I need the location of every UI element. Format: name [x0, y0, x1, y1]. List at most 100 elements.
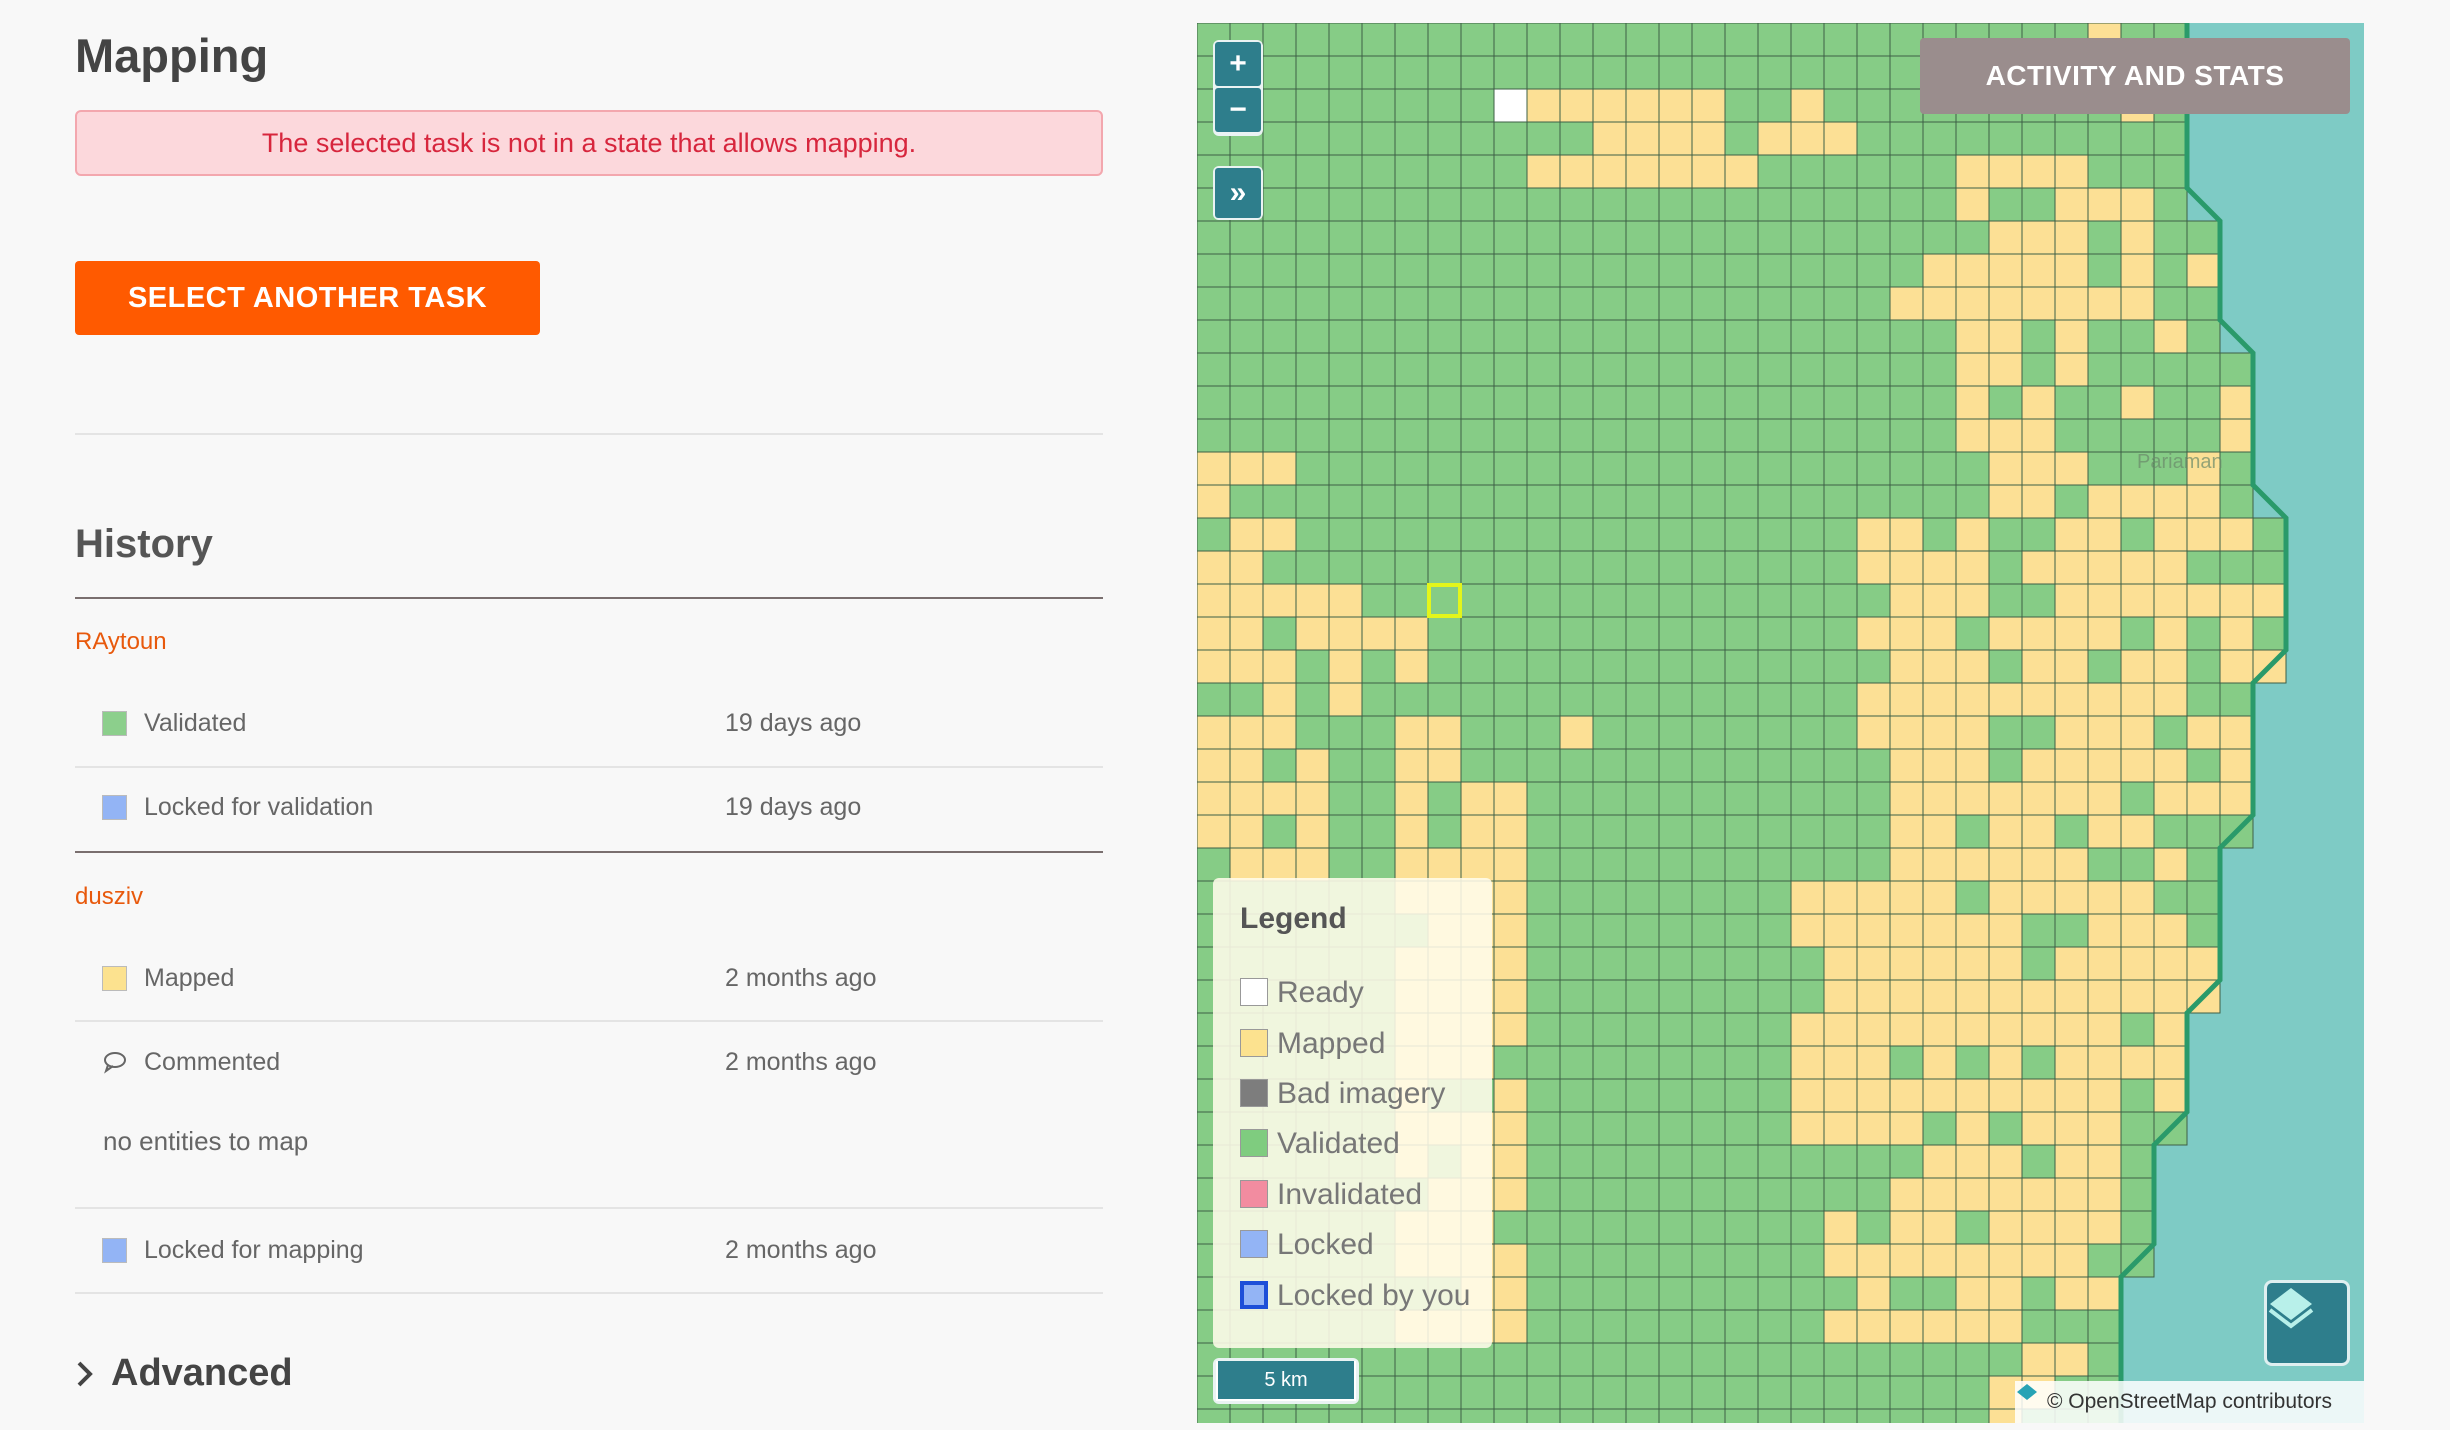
task-cell[interactable] [1724, 187, 1759, 222]
task-cell[interactable] [1790, 748, 1825, 783]
task-cell[interactable] [1955, 1045, 1990, 1080]
task-cell[interactable] [1229, 847, 1264, 882]
task-cell[interactable] [1889, 616, 1924, 651]
task-cell[interactable] [2186, 220, 2221, 255]
task-cell[interactable] [2087, 715, 2122, 750]
task-cell[interactable] [1526, 1144, 1561, 1179]
task-cell[interactable] [1493, 1144, 1528, 1179]
task-cell[interactable] [1658, 583, 1693, 618]
task-cell[interactable] [2186, 286, 2221, 321]
task-cell[interactable] [1922, 814, 1957, 849]
task-cell[interactable] [1988, 1144, 2023, 1179]
task-cell[interactable] [1790, 385, 1825, 420]
task-cell[interactable] [1394, 748, 1429, 783]
task-cell[interactable] [2186, 385, 2221, 420]
task-cell[interactable] [1559, 550, 1594, 585]
task-cell[interactable] [1757, 220, 1792, 255]
task-cell[interactable] [1361, 517, 1396, 552]
task-cell[interactable] [1922, 517, 1957, 552]
task-cell[interactable] [1790, 352, 1825, 387]
task-cell[interactable] [2087, 121, 2122, 156]
task-cell[interactable] [1856, 1210, 1891, 1245]
task-cell[interactable] [2120, 583, 2155, 618]
task-cell[interactable] [1790, 253, 1825, 288]
task-cell[interactable] [1559, 748, 1594, 783]
task-cell[interactable] [1988, 1210, 2023, 1245]
task-cell[interactable] [1823, 517, 1858, 552]
history-user-link[interactable]: dusziv [75, 883, 143, 911]
task-cell[interactable] [1592, 319, 1627, 354]
task-cell[interactable] [1295, 319, 1330, 354]
task-cell[interactable] [1427, 847, 1462, 882]
task-cell[interactable] [2021, 847, 2056, 882]
task-cell[interactable] [1559, 1408, 1594, 1423]
task-cell[interactable] [1493, 1309, 1528, 1344]
task-cell[interactable] [1922, 1210, 1957, 1245]
task-cell[interactable] [1889, 418, 1924, 453]
task-cell[interactable] [1691, 121, 1726, 156]
task-cell[interactable] [1295, 121, 1330, 156]
task-cell[interactable] [1229, 286, 1264, 321]
task-cell[interactable] [1592, 1276, 1627, 1311]
task-cell[interactable] [2186, 583, 2221, 618]
task-cell[interactable] [1559, 979, 1594, 1014]
task-cell[interactable] [1625, 847, 1660, 882]
task-cell[interactable] [1922, 913, 1957, 948]
task-cell[interactable] [1295, 23, 1330, 57]
task-cell[interactable] [1988, 1342, 2023, 1377]
task-cell[interactable] [2087, 1111, 2122, 1146]
task-cell[interactable] [1922, 1276, 1957, 1311]
task-cell[interactable] [2186, 814, 2221, 849]
task-cell[interactable] [1856, 880, 1891, 915]
task-cell[interactable] [2186, 847, 2221, 882]
task-cell[interactable] [1625, 1177, 1660, 1212]
task-cell[interactable] [1559, 946, 1594, 981]
task-cell[interactable] [1328, 1408, 1363, 1423]
task-cell[interactable] [2120, 1177, 2155, 1212]
task-cell[interactable] [1757, 1078, 1792, 1113]
task-cell[interactable] [2186, 253, 2221, 288]
task-cell[interactable] [2153, 385, 2188, 420]
task-cell[interactable] [2153, 946, 2188, 981]
task-cell[interactable] [1823, 880, 1858, 915]
task-cell[interactable] [1889, 517, 1924, 552]
task-cell[interactable] [2021, 517, 2056, 552]
task-cell[interactable] [1724, 154, 1759, 189]
task-cell[interactable] [1361, 385, 1396, 420]
task-cell[interactable] [1625, 979, 1660, 1014]
task-cell[interactable] [1493, 385, 1528, 420]
task-cell[interactable] [1625, 484, 1660, 519]
task-cell[interactable] [1460, 220, 1495, 255]
task-cell[interactable] [1361, 121, 1396, 156]
task-cell[interactable] [1922, 1012, 1957, 1047]
task-cell[interactable] [2021, 1177, 2056, 1212]
task-cell[interactable] [1658, 517, 1693, 552]
task-cell[interactable] [1592, 1144, 1627, 1179]
task-cell[interactable] [1361, 187, 1396, 222]
task-cell[interactable] [1889, 781, 1924, 816]
task-cell[interactable] [2120, 187, 2155, 222]
task-cell[interactable] [1262, 682, 1297, 717]
task-cell[interactable] [1394, 187, 1429, 222]
task-cell[interactable] [1988, 1111, 2023, 1146]
task-cell[interactable] [1724, 814, 1759, 849]
task-cell[interactable] [2252, 550, 2287, 585]
task-cell[interactable] [1724, 1243, 1759, 1278]
task-cell[interactable] [1724, 451, 1759, 486]
task-cell[interactable] [2219, 616, 2254, 651]
task-cell[interactable] [2054, 847, 2089, 882]
task-cell[interactable] [1658, 1342, 1693, 1377]
task-cell[interactable] [1592, 286, 1627, 321]
task-cell[interactable] [1197, 649, 1231, 684]
task-cell[interactable] [1889, 1177, 1924, 1212]
task-cell[interactable] [1757, 1210, 1792, 1245]
task-cell[interactable] [1361, 451, 1396, 486]
task-cell[interactable] [2186, 913, 2221, 948]
task-cell[interactable] [1922, 583, 1957, 618]
task-cell[interactable] [2153, 1078, 2188, 1113]
task-cell[interactable] [2087, 814, 2122, 849]
task-cell[interactable] [1691, 1144, 1726, 1179]
task-cell[interactable] [1625, 220, 1660, 255]
task-cell[interactable] [1625, 253, 1660, 288]
task-cell[interactable] [1559, 1144, 1594, 1179]
